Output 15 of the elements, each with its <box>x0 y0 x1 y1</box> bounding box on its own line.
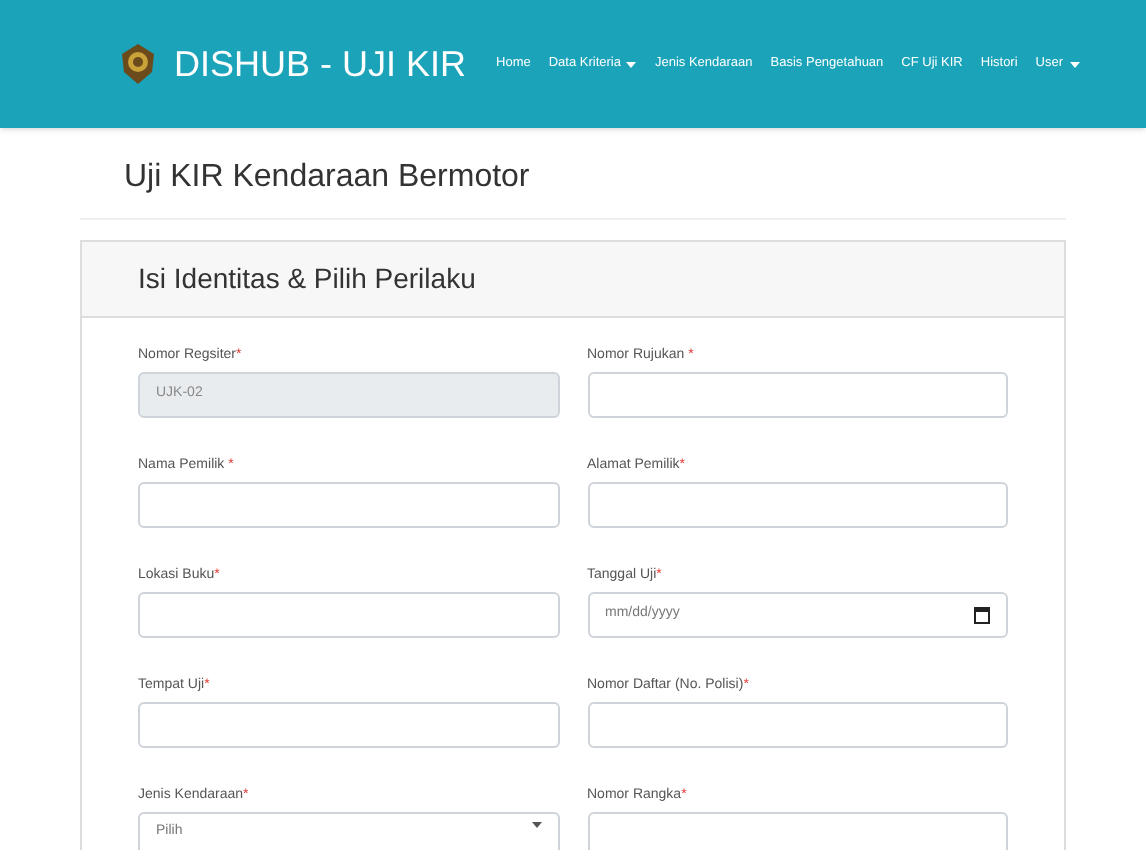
caret-icon <box>1069 61 1080 67</box>
input-field[interactable] <box>587 482 1008 528</box>
input-field[interactable] <box>587 812 1008 850</box>
page-title: Uji KIR Kendaraan Bermotor <box>124 158 532 198</box>
logo-icon <box>120 42 156 86</box>
input-field[interactable] <box>138 482 559 528</box>
caret-icon <box>531 822 541 828</box>
input-field[interactable] <box>587 372 1008 418</box>
caret-icon <box>626 61 637 67</box>
input-field[interactable] <box>138 592 559 638</box>
input-field[interactable] <box>587 702 1008 748</box>
brand-link[interactable]: DISHUB - UJI KIR <box>174 37 467 91</box>
card-title: Isi Identitas & Pilih Perilaku <box>138 260 476 298</box>
input-field[interactable] <box>138 702 559 748</box>
calendar-icon <box>974 606 990 624</box>
